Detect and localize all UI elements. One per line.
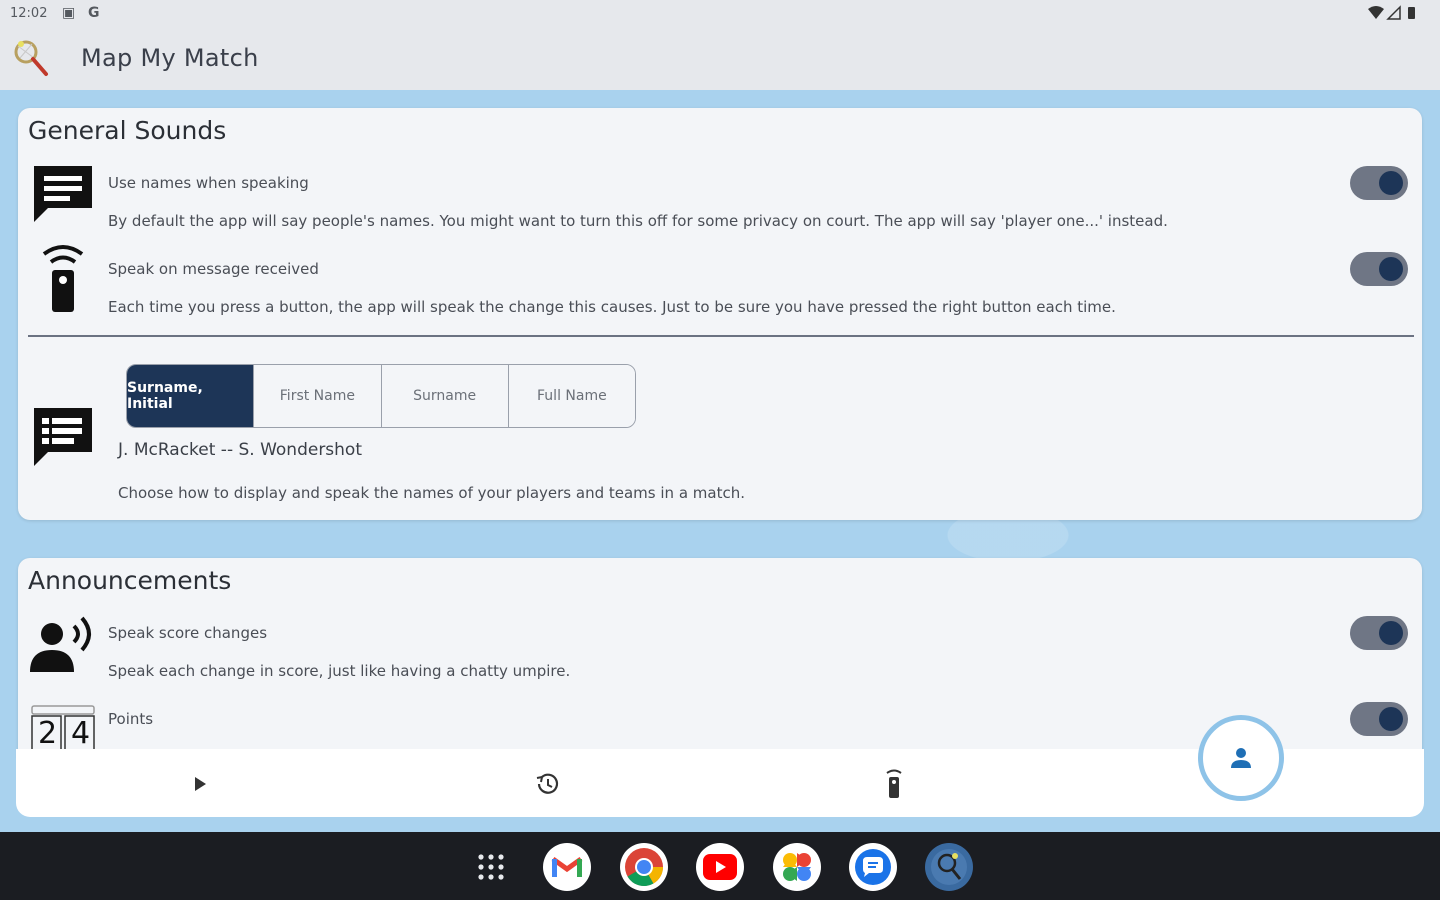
speak-score-toggle[interactable] (1350, 616, 1408, 650)
general-sounds-title: General Sounds (28, 116, 227, 145)
google-icon: G (88, 5, 100, 21)
speak-score-description: Speak each change in score, just like ha… (108, 662, 571, 680)
name-format-option-first-name[interactable]: First Name (254, 365, 382, 427)
use-names-title: Use names when speaking (108, 174, 309, 192)
app-bar: Map My Match (0, 28, 1440, 90)
remote-icon (886, 769, 902, 798)
system-taskbar (0, 832, 1440, 900)
name-format-option-surname-initial[interactable]: Surname, Initial (127, 365, 255, 427)
list-format-icon (34, 408, 92, 466)
youtube-icon[interactable] (696, 843, 744, 891)
app-title: Map My Match (81, 44, 259, 72)
history-icon (536, 773, 559, 794)
history-nav-button[interactable] (530, 767, 564, 801)
play-nav-button[interactable] (183, 767, 217, 801)
notification-icon: ▣ (62, 5, 76, 21)
name-format-description: Choose how to display and speak the name… (118, 484, 745, 502)
remote-signal-icon (42, 245, 84, 312)
name-format-option-surname[interactable]: Surname (381, 365, 509, 427)
status-icons (1366, 5, 1426, 25)
points-toggle[interactable] (1350, 702, 1408, 736)
section-divider (28, 335, 1414, 337)
toggle-knob (1379, 707, 1403, 731)
speak-message-description: Each time you press a button, the app wi… (108, 298, 1116, 316)
status-time: 12:02 (10, 6, 48, 21)
toggle-knob (1379, 621, 1403, 645)
general-sounds-card: General Sounds Use names when speaking B… (18, 108, 1422, 520)
scoreboard-digit-left: 2 (38, 716, 58, 750)
players-fab-button[interactable] (1198, 715, 1284, 801)
scoreboard-digit-right: 4 (71, 716, 91, 750)
toggle-knob (1379, 171, 1403, 195)
speak-message-title: Speak on message received (108, 260, 319, 278)
app-launcher-icon[interactable] (467, 843, 515, 891)
announcements-title: Announcements (28, 566, 232, 595)
map-my-match-app-icon[interactable] (925, 843, 973, 891)
status-bar: 12:02 ▣ G (0, 0, 1440, 28)
gmail-icon[interactable] (543, 843, 591, 891)
wifi-signal-battery-icon (1368, 5, 1415, 20)
app-logo-icon (14, 40, 48, 76)
scoreboard-icon: 2 4 (30, 704, 96, 750)
messages-icon[interactable] (849, 843, 897, 891)
chrome-icon[interactable] (620, 843, 668, 891)
message-icon (34, 166, 92, 222)
speak-message-toggle[interactable] (1350, 252, 1408, 286)
name-format-selector: Surname, Initial First Name Surname Full… (126, 364, 636, 428)
use-names-toggle[interactable] (1350, 166, 1408, 200)
points-title: Points (108, 710, 154, 728)
name-format-option-full-name[interactable]: Full Name (508, 365, 635, 427)
remote-nav-button[interactable] (877, 767, 911, 801)
person-icon (1231, 748, 1251, 768)
speaking-person-icon (30, 616, 91, 672)
toggle-knob (1379, 257, 1403, 281)
speak-score-title: Speak score changes (108, 624, 268, 642)
play-icon (195, 777, 206, 791)
photos-icon[interactable] (773, 843, 821, 891)
name-format-example: J. McRacket -- S. Wondershot (118, 440, 363, 460)
use-names-description: By default the app will say people's nam… (108, 212, 1168, 230)
